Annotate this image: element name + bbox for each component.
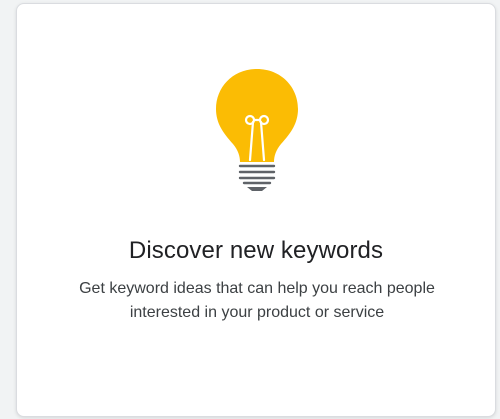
card-title: Discover new keywords: [128, 237, 384, 264]
card-description: Get keyword ideas that can help you reac…: [79, 280, 435, 321]
lightbulb-icon: [216, 69, 298, 191]
discover-new-keywords-card[interactable]: Discover new keywords Get keyword ideas …: [16, 3, 496, 417]
